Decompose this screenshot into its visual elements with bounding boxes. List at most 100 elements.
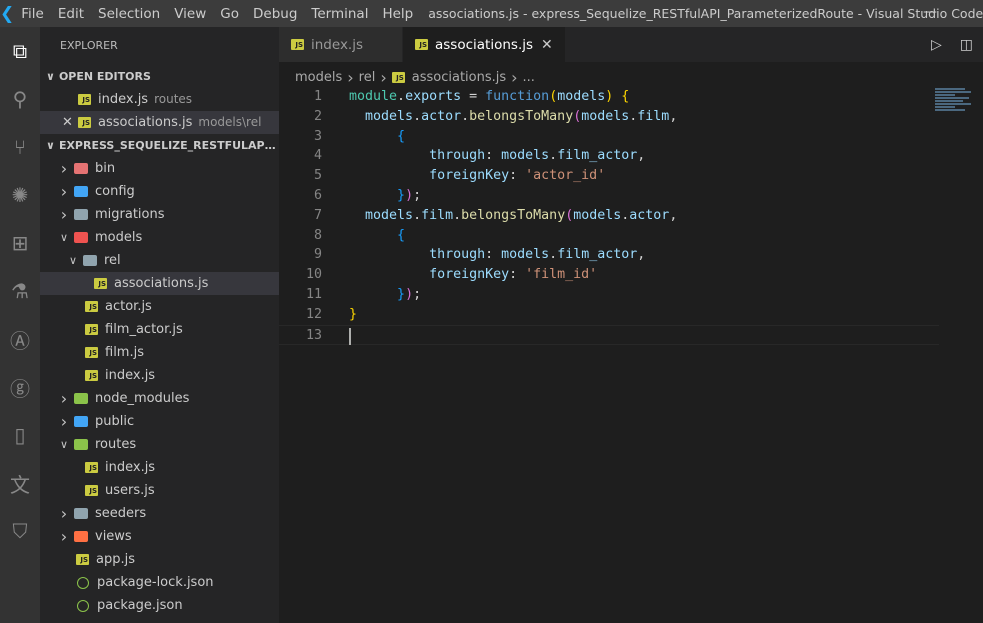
close-tab-icon[interactable]: ✕ [541, 37, 553, 53]
source-control-icon[interactable]: ⑂ [0, 123, 40, 171]
folder-icon [74, 393, 88, 404]
file-item[interactable]: JS film.js [40, 341, 279, 364]
device-icon[interactable]: ▯ [0, 411, 40, 459]
folder-item[interactable]: ∨ rel [40, 249, 279, 272]
file-item[interactable]: JS actor.js [40, 295, 279, 318]
item-name: package-lock.json [97, 575, 214, 590]
code-line: 4 through: models.film_actor, [279, 146, 939, 166]
js-file-icon: JS [76, 554, 89, 565]
menu-selection[interactable]: Selection [91, 6, 167, 22]
code-token: , [669, 207, 678, 223]
run-icon[interactable]: ▷ [931, 37, 942, 53]
code-token: ) [405, 188, 414, 203]
folder-item[interactable]: ∨ models [40, 226, 279, 249]
code-line: 7 models.film.belongsToMany(models.actor… [279, 206, 939, 226]
js-file-icon: JS [85, 370, 98, 381]
folder-item[interactable]: › bin [40, 157, 279, 180]
file-item[interactable]: JS associations.js [40, 272, 279, 295]
translate-icon[interactable]: 文 [0, 459, 40, 507]
menu-terminal[interactable]: Terminal [304, 6, 375, 22]
folder-item[interactable]: › seeders [40, 502, 279, 525]
menu-help[interactable]: Help [375, 6, 420, 22]
code-editor[interactable]: 1 module.exports = function(models) {2 mo… [279, 87, 983, 623]
breadcrumb-item[interactable]: models [295, 70, 342, 85]
code-token: = [461, 89, 486, 104]
code-token: , [637, 148, 646, 164]
close-icon[interactable]: ✕ [62, 111, 73, 134]
folder-item[interactable]: › config [40, 180, 279, 203]
files-icon[interactable]: ⧉ [0, 27, 40, 75]
folder-item[interactable]: › views [40, 525, 279, 548]
open-editor-item[interactable]: JS index.js routes [40, 88, 279, 111]
breadcrumb-item[interactable]: rel [359, 70, 376, 85]
menu-file[interactable]: File [14, 6, 51, 22]
folder-icon [74, 209, 88, 220]
menu-go[interactable]: Go [213, 6, 246, 22]
code-token: through [429, 247, 486, 263]
item-name: views [95, 529, 132, 544]
code-token: , [637, 247, 646, 263]
file-item[interactable]: JS app.js [40, 548, 279, 571]
chevron-down-icon: ∨ [68, 254, 78, 267]
breadcrumb-item[interactable]: ... [523, 70, 535, 85]
angular-icon[interactable]: Ⓐ [0, 315, 40, 363]
code-token: : [509, 168, 526, 184]
item-name: public [95, 414, 135, 429]
file-item[interactable]: JS index.js [40, 456, 279, 479]
code-token: film_actor [557, 148, 638, 164]
file-item[interactable]: JS index.js [40, 364, 279, 387]
file-item[interactable]: package-lock.json [40, 571, 279, 594]
menu-edit[interactable]: Edit [51, 6, 91, 22]
js-file-icon: JS [85, 485, 98, 496]
file-item[interactable]: package.json [40, 594, 279, 617]
search-icon[interactable]: ⚲ [0, 75, 40, 123]
folder-item[interactable]: › node_modules [40, 387, 279, 410]
remote-icon[interactable]: ⛉ [0, 507, 40, 555]
code-token: models [581, 108, 630, 124]
file-path: routes [154, 92, 193, 106]
folder-item[interactable]: ∨ routes [40, 433, 279, 456]
extensions-icon[interactable]: ⊞ [0, 219, 40, 267]
git-graph-icon[interactable]: ⓖ [0, 363, 40, 411]
file-item[interactable]: JS users.js [40, 479, 279, 502]
breadcrumb-item[interactable]: associations.js [412, 70, 506, 85]
code-token: models [501, 247, 550, 263]
code-token: actor [421, 108, 462, 124]
test-flask-icon[interactable]: ⚗ [0, 267, 40, 315]
open-editors-header[interactable]: ∨ OPEN EDITORS [40, 65, 279, 88]
debug-icon[interactable]: ✺ [0, 171, 40, 219]
tab-index-js[interactable]: JS index.js [279, 27, 403, 62]
code-line: 6 }); [279, 186, 939, 206]
folder-item[interactable]: › migrations [40, 203, 279, 226]
json-file-icon [77, 599, 89, 612]
code-line: 11 }); [279, 285, 939, 305]
item-name: actor.js [105, 299, 152, 314]
open-editor-item[interactable]: ✕ JS associations.js models\rel [40, 111, 279, 134]
code-token: . [549, 148, 558, 164]
code-line: 9 through: models.film_actor, [279, 245, 939, 265]
folder-icon [74, 439, 88, 450]
project-header[interactable]: ∨EXPRESS_SEQUELIZE_RESTFULAPI_PAR... [40, 134, 279, 157]
menu-view[interactable]: View [167, 6, 213, 22]
split-editor-icon[interactable]: ◫ [960, 37, 973, 53]
chevron-right-icon: › [60, 527, 68, 546]
folder-icon [74, 531, 88, 542]
code-token: . [413, 108, 422, 124]
file-item[interactable]: JS film_actor.js [40, 318, 279, 341]
line-number: 13 [305, 327, 322, 343]
folder-item[interactable]: › public [40, 410, 279, 433]
minimize-button[interactable]: — [923, 4, 937, 20]
text-cursor [349, 327, 351, 345]
tab-associations-js[interactable]: JS associations.js ✕ [403, 27, 566, 62]
code-token: exports [405, 89, 462, 104]
minimap[interactable] [935, 88, 975, 114]
line-number: 9 [313, 247, 322, 263]
menu-debug[interactable]: Debug [246, 6, 304, 22]
file-name: index.js [98, 92, 149, 107]
line-number: 1 [313, 89, 322, 104]
